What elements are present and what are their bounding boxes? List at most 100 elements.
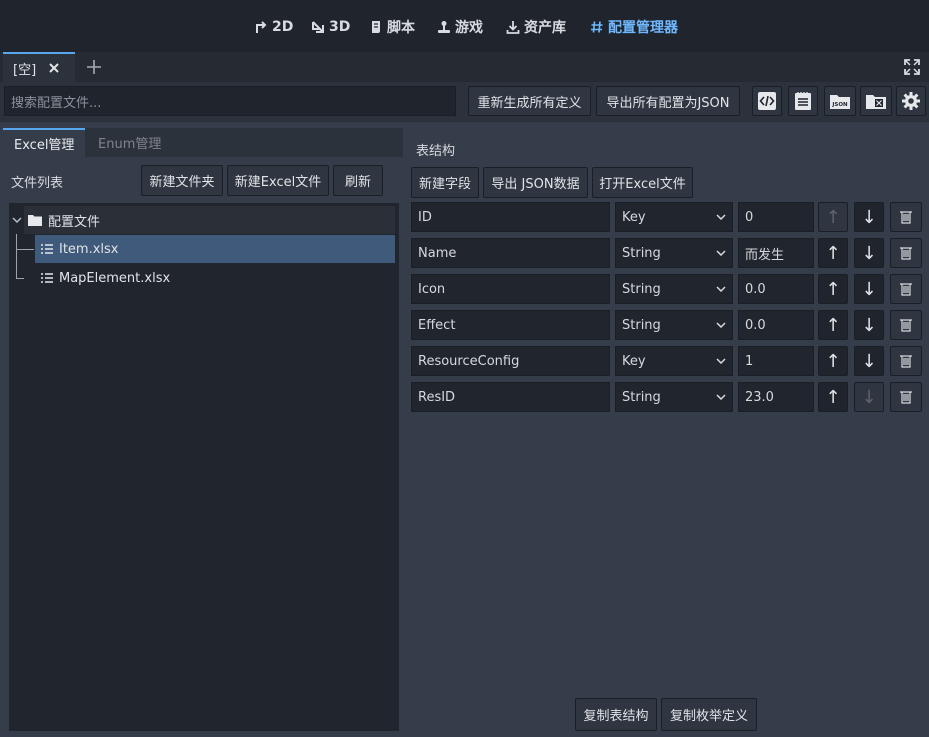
- folder-icon: [28, 215, 42, 226]
- fullscreen-button[interactable]: [902, 57, 922, 77]
- move-up-button[interactable]: ↑: [818, 382, 848, 412]
- document-tab-bar: [0, 52, 929, 82]
- field-name-input[interactable]: Icon: [411, 274, 610, 304]
- tree-item-mapelement-xlsx[interactable]: MapElement.xlsx: [35, 264, 395, 292]
- copy-enum-definition-button[interactable]: 复制枚举定义: [661, 698, 757, 731]
- field-row: ResID String 23.0 ↑ ↓: [411, 382, 926, 414]
- arrow-up-icon: ↑: [825, 314, 841, 336]
- file-list-label: 文件列表: [11, 176, 64, 191]
- delete-field-button[interactable]: [890, 310, 922, 340]
- add-tab-button[interactable]: [84, 54, 104, 80]
- new-field-button[interactable]: 新建字段: [411, 167, 479, 198]
- field-default-input[interactable]: 0.0: [738, 310, 814, 340]
- mode-button-assetlib[interactable]: 资产库: [506, 14, 566, 40]
- move-down-button[interactable]: ↓: [854, 382, 884, 412]
- field-default-input[interactable]: 23.0: [738, 382, 814, 412]
- export-all-json-button[interactable]: 导出所有配置为JSON: [596, 86, 740, 116]
- field-type-value: Key: [622, 353, 646, 369]
- plus-icon: [87, 60, 101, 74]
- field-row: Effect String 0.0 ↑ ↓: [411, 310, 926, 342]
- chevron-down-icon: [716, 394, 726, 400]
- table-structure-title: 表结构: [416, 144, 456, 159]
- notepad-icon: [795, 92, 811, 110]
- field-name-input[interactable]: ID: [411, 202, 610, 232]
- field-default-input[interactable]: 1: [738, 346, 814, 376]
- move-down-button[interactable]: ↓: [854, 346, 884, 376]
- field-default-input[interactable]: 0: [738, 202, 814, 232]
- delete-field-button[interactable]: [890, 346, 922, 376]
- collapse-arrow-icon[interactable]: [12, 212, 22, 228]
- gear-icon: [902, 92, 920, 110]
- field-name-input[interactable]: ResourceConfig: [411, 346, 610, 376]
- tree-item-label: MapElement.xlsx: [59, 270, 171, 286]
- export-json-button[interactable]: 导出 JSON数据: [483, 167, 588, 198]
- tree-item-item-xlsx[interactable]: Item.xlsx: [35, 235, 395, 263]
- tab-excel-manager[interactable]: Excel管理: [3, 128, 86, 157]
- chevron-down-icon: [716, 358, 726, 364]
- field-name-input[interactable]: ResID: [411, 382, 610, 412]
- excel-folder-icon: [866, 95, 886, 109]
- move-up-button[interactable]: ↑: [818, 310, 848, 340]
- field-name-input[interactable]: Effect: [411, 310, 610, 340]
- new-folder-button[interactable]: 新建文件夹: [141, 165, 223, 196]
- field-type-select[interactable]: String: [615, 238, 733, 268]
- field-row: Icon String 0.0 ↑ ↓: [411, 274, 926, 306]
- new-excel-button[interactable]: 新建Excel文件: [227, 165, 329, 196]
- joystick-icon: [438, 21, 450, 33]
- field-default-input[interactable]: 0.0: [738, 274, 814, 304]
- move-down-button[interactable]: ↓: [854, 202, 884, 232]
- settings-button[interactable]: [896, 86, 926, 116]
- chevron-down-icon: [716, 322, 726, 328]
- code-button[interactable]: [752, 86, 782, 116]
- tree-root-folder[interactable]: 配置文件: [24, 206, 395, 234]
- field-type-value: Key: [622, 209, 646, 225]
- download-icon: [506, 21, 520, 34]
- copy-table-structure-button[interactable]: 复制表结构: [575, 698, 657, 731]
- delete-field-button[interactable]: [890, 202, 922, 232]
- field-type-select[interactable]: String: [615, 310, 733, 340]
- search-input[interactable]: 搜索配置文件...: [4, 86, 456, 116]
- move-down-button[interactable]: ↓: [854, 238, 884, 268]
- field-type-select[interactable]: Key: [615, 202, 733, 232]
- open-excel-button[interactable]: 打开Excel文件: [592, 167, 693, 198]
- regenerate-definitions-button[interactable]: 重新生成所有定义: [468, 86, 591, 116]
- delete-field-button[interactable]: [890, 274, 922, 304]
- move-up-button[interactable]: ↑: [818, 202, 848, 232]
- document-tab[interactable]: [空]: [3, 52, 75, 82]
- trash-icon: [900, 283, 912, 296]
- list-icon: [41, 273, 53, 283]
- move-down-button[interactable]: ↓: [854, 310, 884, 340]
- move-down-button[interactable]: ↓: [854, 274, 884, 304]
- field-type-select[interactable]: String: [615, 274, 733, 304]
- mode-button-2d[interactable]: 2D: [254, 14, 293, 40]
- notepad-button[interactable]: [788, 86, 818, 116]
- field-type-select[interactable]: Key: [615, 346, 733, 376]
- delete-field-button[interactable]: [890, 382, 922, 412]
- tab-enum-manager[interactable]: Enum管理: [87, 128, 172, 157]
- field-row: Name String 而发生 ↑ ↓: [411, 238, 926, 270]
- mode-button-script[interactable]: 脚本: [369, 14, 415, 40]
- refresh-button[interactable]: 刷新: [333, 165, 383, 196]
- arrow-down-icon: ↓: [861, 386, 877, 408]
- close-icon[interactable]: [48, 62, 60, 74]
- move-up-button[interactable]: ↑: [818, 238, 848, 268]
- arrow-up-icon: ↑: [825, 278, 841, 300]
- mode-button-game[interactable]: 游戏: [437, 14, 483, 40]
- arrow-down-icon: ↓: [861, 350, 877, 372]
- mode-button-3d[interactable]: 3D: [311, 14, 350, 40]
- trash-icon: [900, 247, 912, 260]
- json-folder-button[interactable]: JSON: [824, 86, 856, 116]
- svg-text:JSON: JSON: [831, 102, 848, 108]
- mode-button-config-manager[interactable]: 配置管理器: [590, 14, 678, 40]
- delete-field-button[interactable]: [890, 238, 922, 268]
- arrow-up-icon: ↑: [825, 350, 841, 372]
- excel-folder-button[interactable]: [860, 86, 892, 116]
- list-icon: [41, 244, 53, 254]
- move-up-button[interactable]: ↑: [818, 274, 848, 304]
- field-default-input[interactable]: 而发生: [738, 238, 814, 268]
- field-name-input[interactable]: Name: [411, 238, 610, 268]
- arrow-up-icon: ↑: [825, 206, 841, 228]
- mode-label: 资产库: [524, 20, 566, 36]
- field-type-select[interactable]: String: [615, 382, 733, 412]
- move-up-button[interactable]: ↑: [818, 346, 848, 376]
